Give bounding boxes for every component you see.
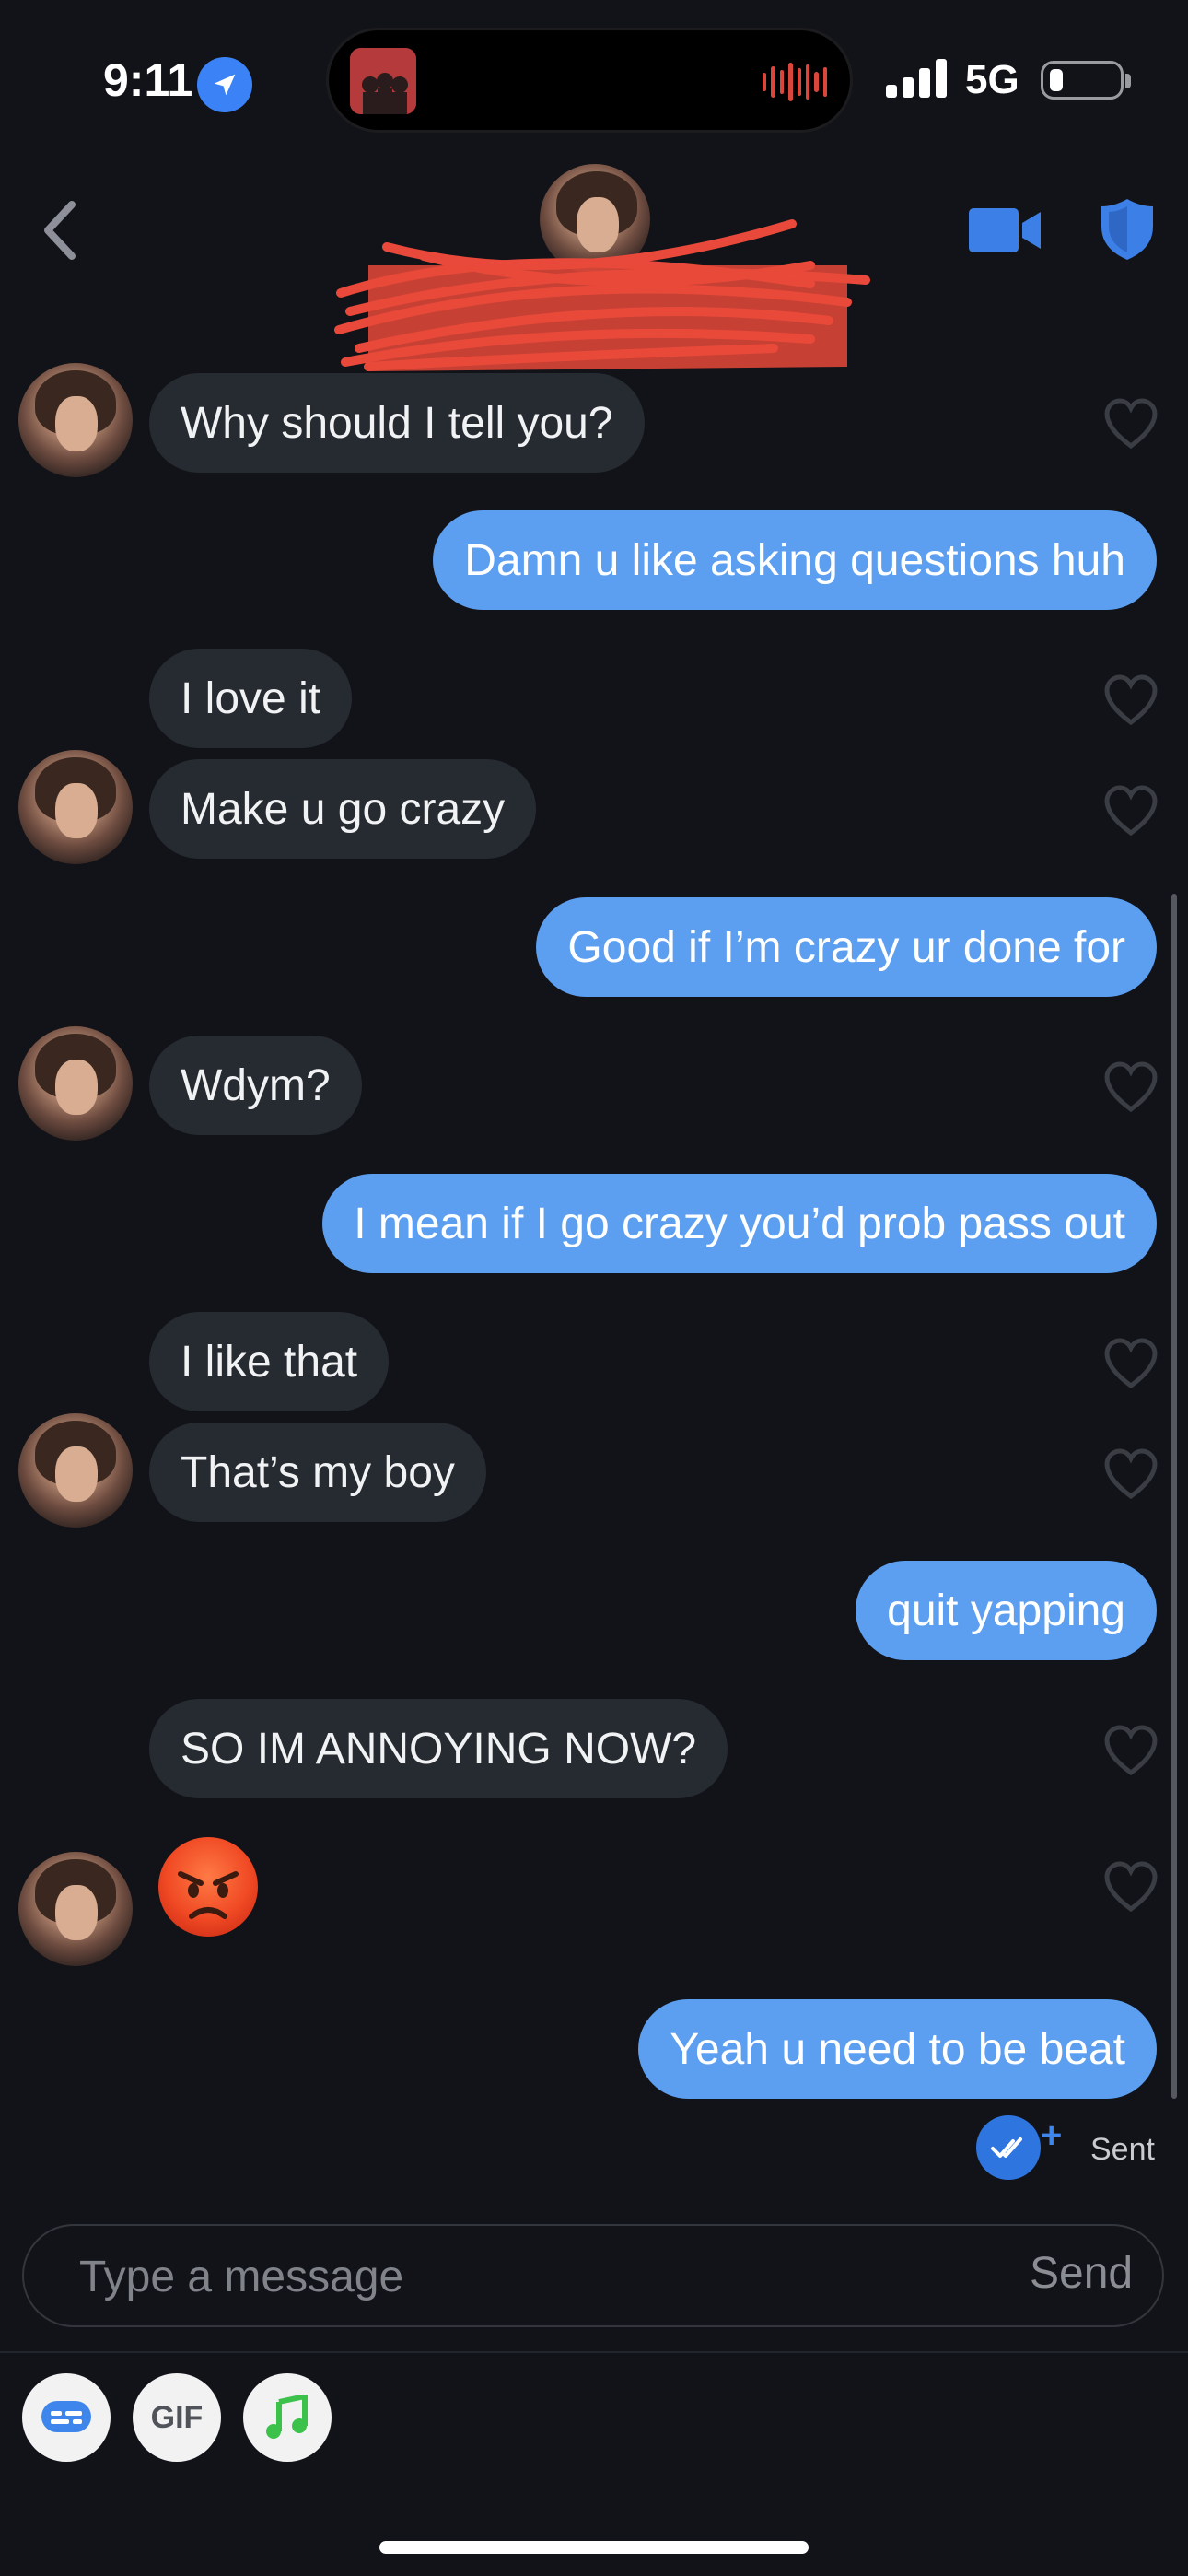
sender-avatar[interactable]: [18, 363, 133, 477]
back-button[interactable]: [33, 193, 88, 267]
gif-button[interactable]: GIF: [133, 2373, 221, 2462]
message-bubble-incoming[interactable]: That’s my boy: [149, 1423, 486, 1522]
message-bubble-outgoing[interactable]: I mean if I go crazy you’d prob pass out: [322, 1174, 1157, 1273]
message-bubble-incoming[interactable]: SO IM ANNOYING NOW?: [149, 1699, 728, 1798]
home-indicator[interactable]: [379, 2541, 809, 2554]
cellular-signal-icon: [886, 57, 947, 98]
battery-tip: [1125, 74, 1131, 88]
message-bubble-incoming[interactable]: Wdym?: [149, 1036, 362, 1135]
sender-avatar[interactable]: [18, 750, 133, 864]
message-bubble-outgoing[interactable]: Good if I’m crazy ur done for: [536, 897, 1157, 997]
battery-level: [1050, 69, 1063, 91]
music-button[interactable]: [243, 2373, 332, 2462]
like-heart-icon[interactable]: [1103, 785, 1159, 837]
audio-waveform-icon: [763, 61, 827, 103]
network-type: 5G: [965, 57, 1019, 102]
sender-avatar[interactable]: [18, 1413, 133, 1528]
video-camera-icon: [969, 208, 1041, 252]
like-heart-icon[interactable]: [1103, 1861, 1159, 1913]
like-heart-icon[interactable]: [1103, 1448, 1159, 1500]
message-bubble-outgoing[interactable]: quit yapping: [856, 1561, 1157, 1660]
like-heart-icon[interactable]: [1103, 674, 1159, 726]
message-bubble-incoming[interactable]: I like that: [149, 1312, 390, 1411]
location-arrow-icon: [197, 57, 252, 112]
video-call-button[interactable]: [969, 205, 1042, 256]
message-composer[interactable]: [22, 2224, 1164, 2327]
like-heart-icon[interactable]: [1103, 398, 1159, 450]
chat-scrollbar[interactable]: [1171, 894, 1177, 2099]
redaction-scribble: [334, 219, 870, 371]
like-heart-icon[interactable]: [1103, 1338, 1159, 1389]
plus-icon: +: [1041, 2115, 1063, 2156]
send-button[interactable]: Send: [1030, 2248, 1133, 2299]
double-check-icon: [976, 2115, 1041, 2180]
chevron-left-icon: [44, 201, 76, 260]
chat-card-icon: [41, 2401, 91, 2432]
safety-toolkit-button[interactable]: [1100, 197, 1155, 262]
status-time: 9:11: [103, 54, 193, 106]
chat-card-button[interactable]: [22, 2373, 111, 2462]
sender-avatar[interactable]: [18, 1852, 133, 1966]
gif-label: GIF: [150, 2399, 204, 2435]
sender-avatar[interactable]: [18, 1026, 133, 1141]
like-heart-icon[interactable]: [1103, 1061, 1159, 1113]
message-bubble-incoming[interactable]: I love it: [149, 649, 353, 748]
now-playing-album-art[interactable]: [350, 48, 416, 114]
angry-face-emoji[interactable]: [157, 1835, 260, 1938]
read-receipt-label: Sent: [1090, 2132, 1155, 2167]
message-bubble-outgoing[interactable]: Yeah u need to be beat: [638, 1999, 1157, 2099]
message-bubble-incoming[interactable]: Make u go crazy: [149, 759, 537, 859]
like-heart-icon[interactable]: [1103, 1725, 1159, 1776]
composer-divider: [0, 2351, 1188, 2353]
music-note-icon: [266, 2395, 308, 2439]
message-bubble-incoming[interactable]: Why should I tell you?: [149, 373, 645, 473]
message-input[interactable]: [77, 2226, 910, 2327]
shield-icon: [1101, 199, 1153, 260]
message-bubble-outgoing[interactable]: Damn u like asking questions huh: [433, 510, 1157, 610]
